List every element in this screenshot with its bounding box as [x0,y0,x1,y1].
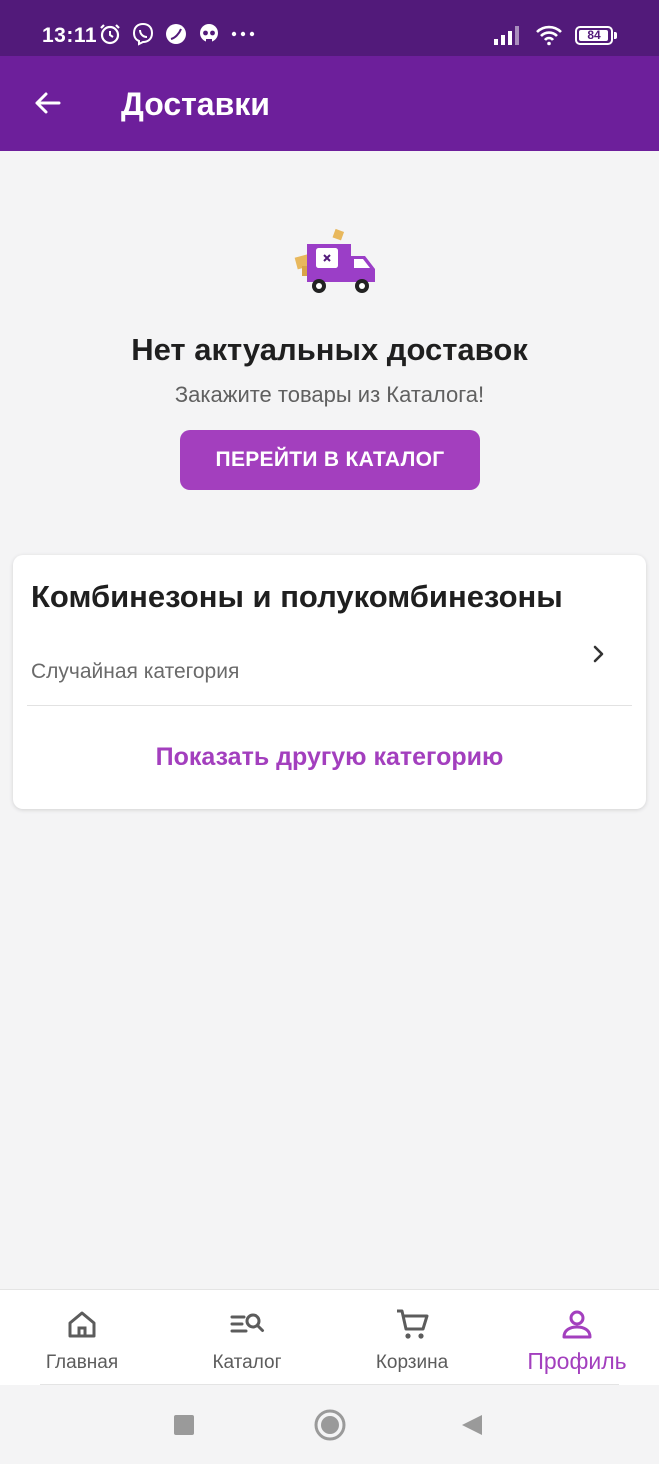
category-title: Комбинезоны и полукомбинезоны [31,579,563,614]
alarm-icon [100,24,120,45]
back-triangle-icon [462,1415,482,1435]
more-dots-icon [231,31,255,37]
battery-percent: 84 [587,28,601,42]
home-button[interactable] [314,1409,346,1441]
recents-button[interactable] [170,1411,198,1439]
skull-icon [200,24,218,42]
nav-item-catalog[interactable]: Каталог [165,1290,329,1388]
signal-icon [494,26,519,45]
catalog-search-icon [230,1313,264,1333]
empty-state-title: Нет актуальных доставок [131,332,528,367]
app-bar: Доставки [0,56,659,151]
arrow-left-icon [35,92,61,114]
category-subtitle: Случайная категория [31,660,240,683]
bottom-navigation: Главная Каталог Корзина Профиль [0,1289,659,1387]
back-button[interactable] [26,82,68,124]
nav-label-cart: Корзина [375,1352,449,1373]
nav-item-cart[interactable]: Корзина [330,1290,494,1388]
empty-state-subtitle: Закажите товары из Каталога! [174,382,485,407]
nav-label-home: Главная [45,1352,119,1373]
home-icon [68,1311,96,1338]
category-row[interactable]: Комбинезоны и полукомбинезоны Случайная … [13,555,646,705]
random-category-card: Комбинезоны и полукомбинезоны Случайная … [13,555,646,809]
status-system-icons: 84 [493,24,617,46]
leaf-icon [166,24,186,44]
nav-item-home[interactable]: Главная [0,1290,164,1388]
back-system-button[interactable] [458,1411,486,1439]
home-circle-icon [314,1409,346,1441]
status-notification-icons [98,22,256,46]
battery-icon: 84 [575,25,617,45]
status-bar: 13:11 84 [0,0,659,56]
cart-icon [397,1309,429,1339]
delivery-truck-icon [294,228,375,293]
page-title: Доставки [121,86,270,122]
recents-square-icon [174,1415,194,1435]
show-other-category-button[interactable]: Показать другую категорию [13,705,646,809]
wifi-icon [536,25,562,46]
nav-label-catalog: Каталог [212,1352,282,1373]
viber-icon [132,22,154,46]
chevron-right-icon [593,645,604,663]
system-navigation-bar [0,1385,659,1464]
profile-icon [562,1310,592,1339]
status-time: 13:11 [42,24,98,47]
nav-label-profile: Профиль [527,1348,627,1374]
go-to-catalog-button[interactable]: ПЕРЕЙТИ В КАТАЛОГ [180,430,480,490]
nav-item-profile[interactable]: Профиль [495,1290,659,1388]
